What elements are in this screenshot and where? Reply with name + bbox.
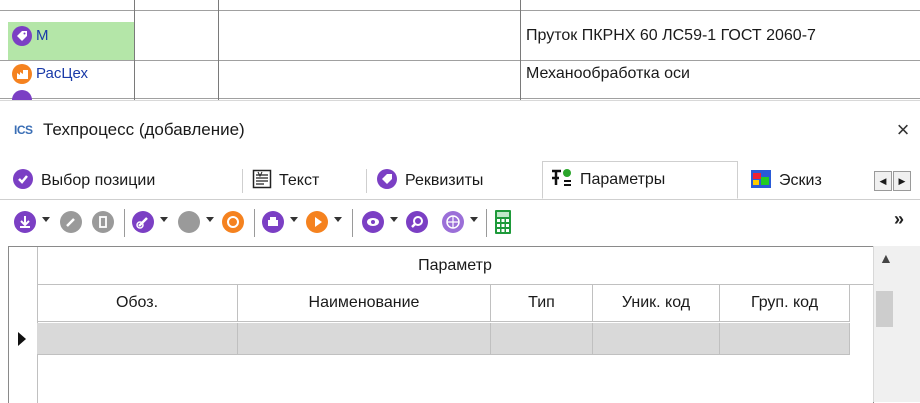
tab-label: Параметры: [580, 171, 666, 188]
row-code[interactable]: РасЦех: [36, 65, 88, 82]
tab-bar: Выбор позиции Текст Реквизиты Параметры: [0, 159, 920, 200]
table-cell[interactable]: [238, 323, 491, 355]
dialog-titlebar: ICS Техпроцесс (добавление) ×: [0, 101, 920, 159]
grid-group-header: Параметр: [37, 247, 873, 285]
toolbar-separator: [486, 209, 487, 237]
column-header[interactable]: Наименование: [238, 285, 491, 322]
column-header[interactable]: Обоз.: [37, 285, 238, 322]
table-cell[interactable]: [491, 323, 593, 355]
row-divider: [0, 10, 920, 11]
parameters-icon: [549, 167, 573, 194]
toolbar-separator: [352, 209, 353, 237]
link-icon[interactable]: [132, 211, 154, 233]
print-icon[interactable]: [262, 211, 284, 233]
tab-text[interactable]: Текст: [246, 165, 325, 197]
search-icon[interactable]: [406, 211, 428, 233]
tab-label: Текст: [279, 172, 320, 189]
tab-label: Эскиз: [779, 172, 822, 189]
row-description[interactable]: Пруток ПКРНХ 60 ЛС59-1 ГОСТ 2060-7: [526, 27, 816, 45]
chevron-down-icon[interactable]: [390, 217, 398, 222]
dialog-title: Техпроцесс (добавление): [43, 120, 245, 139]
toolbar-separator: [124, 209, 125, 237]
toolbar-separator: [254, 209, 255, 237]
column-divider: [520, 0, 521, 100]
chevron-down-icon[interactable]: [206, 217, 214, 222]
text-doc-icon: [252, 169, 272, 194]
tag-icon: [376, 168, 398, 195]
tag-icon: [12, 90, 32, 100]
scroll-up-arrow-icon[interactable]: ▲: [879, 250, 893, 266]
toolbar: »: [0, 201, 920, 245]
calculator-icon[interactable]: [494, 209, 512, 239]
download-icon[interactable]: [14, 211, 36, 233]
table-cell[interactable]: [720, 323, 850, 355]
parameters-grid: Параметр Обоз. Наименование Тип Уник. ко…: [8, 246, 874, 403]
row-indicator-column: [9, 247, 38, 403]
chevron-down-icon[interactable]: [290, 217, 298, 222]
chevron-down-icon[interactable]: [334, 217, 342, 222]
row-divider: [0, 60, 920, 61]
tab-requisites[interactable]: Реквизиты: [370, 165, 489, 197]
tab-scroll-left-button[interactable]: ◀: [874, 171, 892, 191]
tab-divider: [242, 169, 243, 193]
refresh-icon[interactable]: [222, 211, 244, 233]
view-icon[interactable]: [362, 211, 384, 233]
row-description[interactable]: Механообработка оси: [526, 65, 690, 83]
column-divider: [134, 0, 135, 100]
background-table: М Пруток ПКРНХ 60 ЛС59-1 ГОСТ 2060-7 Рас…: [0, 0, 920, 100]
tab-label: Реквизиты: [405, 172, 484, 189]
tag-icon: [12, 26, 32, 46]
chevron-down-icon[interactable]: [470, 217, 478, 222]
table-cell[interactable]: [37, 323, 238, 355]
delete-icon[interactable]: [92, 211, 114, 233]
workshop-icon: [12, 64, 32, 84]
globe-icon[interactable]: [442, 211, 464, 233]
app-logo: ICS: [14, 123, 33, 137]
table-cell[interactable]: [593, 323, 720, 355]
tab-sketch[interactable]: Эскиз: [744, 165, 860, 197]
row-divider: [0, 98, 920, 99]
select-position-icon: [12, 168, 34, 195]
chevron-down-icon[interactable]: [160, 217, 168, 222]
edit-icon[interactable]: [60, 211, 82, 233]
row-code[interactable]: М: [36, 27, 49, 44]
tab-label: Выбор позиции: [41, 172, 156, 189]
sketch-icon: [750, 169, 772, 194]
tab-select-position[interactable]: Выбор позиции: [6, 165, 161, 197]
toolbar-overflow-button[interactable]: »: [894, 209, 904, 230]
tab-parameters[interactable]: Параметры: [542, 161, 738, 199]
column-header[interactable]: Уник. код: [593, 285, 720, 322]
column-header[interactable]: Груп. код: [720, 285, 850, 322]
current-row-pointer-icon: [18, 332, 26, 346]
techprocess-dialog: ICS Техпроцесс (добавление) × Выбор пози…: [0, 100, 920, 403]
close-icon[interactable]: ×: [890, 117, 916, 143]
scrollbar-thumb[interactable]: [876, 291, 893, 327]
play-icon[interactable]: [306, 211, 328, 233]
record-icon[interactable]: [178, 211, 200, 233]
column-header[interactable]: Тип: [491, 285, 593, 322]
vertical-scrollbar[interactable]: ▲: [873, 246, 920, 402]
tab-divider: [366, 169, 367, 193]
chevron-down-icon[interactable]: [42, 217, 50, 222]
column-divider: [218, 0, 219, 100]
tab-scroll-right-button[interactable]: ▶: [893, 171, 911, 191]
